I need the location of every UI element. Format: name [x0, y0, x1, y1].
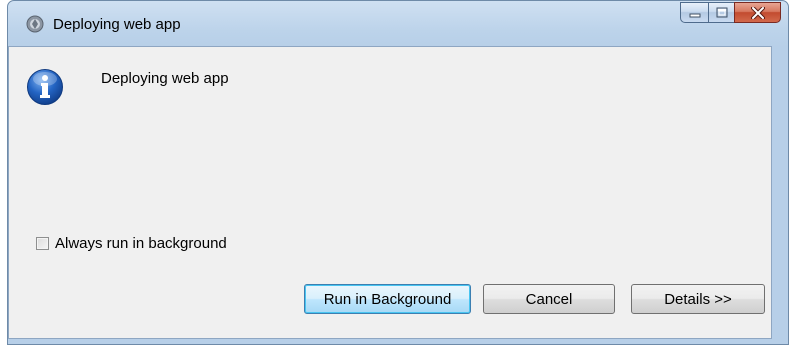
- run-in-background-button[interactable]: Run in Background: [304, 284, 471, 314]
- info-icon: [27, 69, 63, 105]
- minimize-icon: [689, 13, 700, 17]
- title-bar[interactable]: Deploying web app: [8, 1, 788, 47]
- app-globe-icon: [26, 15, 44, 33]
- minimize-button[interactable]: [680, 2, 708, 23]
- maximize-button[interactable]: [708, 2, 734, 23]
- always-run-in-background-option[interactable]: Always run in background: [36, 235, 227, 252]
- close-icon: [750, 6, 765, 19]
- close-button[interactable]: [734, 2, 781, 23]
- details-button[interactable]: Details >>: [631, 284, 765, 314]
- caption-buttons: [680, 2, 781, 23]
- dialog-message: Deploying web app: [101, 70, 229, 87]
- always-run-in-background-checkbox[interactable]: [36, 237, 49, 250]
- window-title: Deploying web app: [53, 16, 181, 33]
- cancel-button[interactable]: Cancel: [483, 284, 615, 314]
- checkbox-label[interactable]: Always run in background: [55, 235, 227, 252]
- maximize-icon: [716, 7, 727, 18]
